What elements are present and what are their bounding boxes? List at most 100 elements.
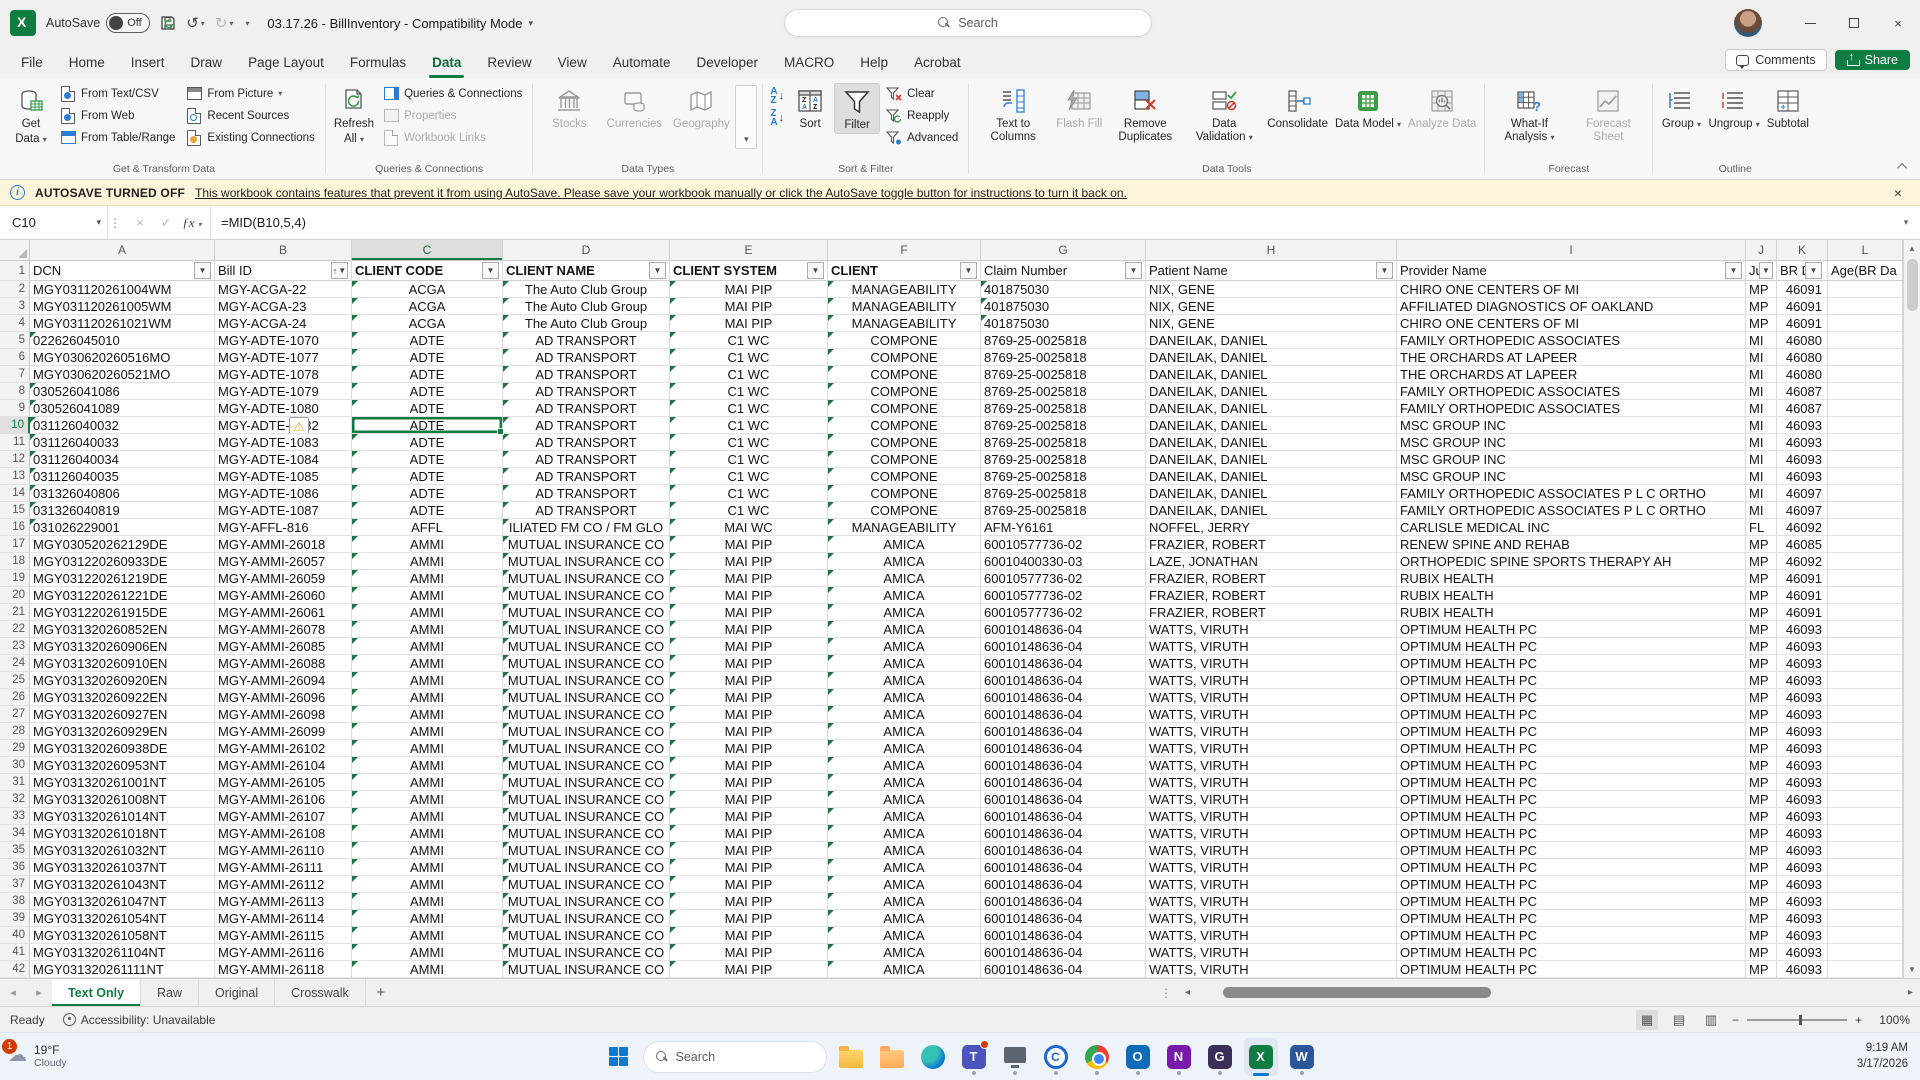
cell-C7[interactable]: ADTE: [352, 366, 503, 383]
cell-A10[interactable]: 031126040032: [30, 417, 215, 434]
row-number[interactable]: 30: [0, 757, 30, 774]
cell-I14[interactable]: FAMILY ORTHOPEDIC ASSOCIATES P L C ORTHO: [1397, 485, 1746, 502]
cell-C20[interactable]: AMMI: [352, 587, 503, 604]
cell-I21[interactable]: RUBIX HEALTH: [1397, 604, 1746, 621]
cell-H7[interactable]: DANEILAK, DANIEL: [1146, 366, 1397, 383]
cell-L20[interactable]: [1828, 587, 1903, 604]
column-header-L[interactable]: L: [1828, 240, 1903, 260]
taskbar-clock[interactable]: 9:19 AM 3/17/2026: [1857, 1041, 1908, 1072]
row-number[interactable]: 11: [0, 434, 30, 451]
row-number[interactable]: 17: [0, 536, 30, 553]
cell-C11[interactable]: ADTE: [352, 434, 503, 451]
header-cell-A[interactable]: DCN ▼: [30, 261, 215, 281]
zoom-slider[interactable]: [1746, 1014, 1847, 1025]
cell-C9[interactable]: ADTE: [352, 400, 503, 417]
cell-G7[interactable]: 8769-25-0025818: [981, 366, 1146, 383]
cell-B27[interactable]: MGY-AMMI-26098: [215, 706, 352, 723]
cell-B18[interactable]: MGY-AMMI-26057: [215, 553, 352, 570]
cell-L33[interactable]: [1828, 808, 1903, 825]
cell-J21[interactable]: MP: [1746, 604, 1777, 621]
cell-E42[interactable]: MAI PIP: [670, 961, 828, 978]
cell-C4[interactable]: ACGA: [352, 315, 503, 332]
row-number[interactable]: 3: [0, 298, 30, 315]
ribbon-tab-formulas[interactable]: Formulas: [337, 46, 419, 78]
cell-F18[interactable]: AMICA: [828, 553, 981, 570]
cell-F27[interactable]: AMICA: [828, 706, 981, 723]
cell-G20[interactable]: 60010577736-02: [981, 587, 1146, 604]
row-number[interactable]: 7: [0, 366, 30, 383]
from-web-button[interactable]: From Web: [55, 105, 180, 126]
scroll-down-arrow[interactable]: ▼: [1904, 961, 1920, 978]
cell-K34[interactable]: 46093: [1777, 825, 1828, 842]
sheet-nav-right[interactable]: ▸: [26, 979, 52, 1006]
cell-J6[interactable]: MI: [1746, 349, 1777, 366]
cell-G16[interactable]: AFM-Y6161: [981, 519, 1146, 536]
column-header-J[interactable]: J: [1746, 240, 1777, 260]
cell-D20[interactable]: MUTUAL INSURANCE CO: [503, 587, 670, 604]
cell-H14[interactable]: DANEILAK, DANIEL: [1146, 485, 1397, 502]
clear-filter-button[interactable]: Clear: [881, 83, 963, 104]
row-number[interactable]: 18: [0, 553, 30, 570]
cell-E31[interactable]: MAI PIP: [670, 774, 828, 791]
reapply-filter-button[interactable]: Reapply: [881, 105, 963, 126]
row-number[interactable]: 21: [0, 604, 30, 621]
cell-L41[interactable]: [1828, 944, 1903, 961]
header-cell-G[interactable]: Claim Number ▼: [981, 261, 1146, 281]
column-header-C[interactable]: C: [352, 240, 503, 260]
cell-L3[interactable]: [1828, 298, 1903, 315]
cell-E23[interactable]: MAI PIP: [670, 638, 828, 655]
cell-J37[interactable]: MP: [1746, 876, 1777, 893]
cell-L10[interactable]: [1828, 417, 1903, 434]
row-number[interactable]: 31: [0, 774, 30, 791]
filter-sort-button-B[interactable]: ↑ ▼: [331, 262, 348, 279]
cell-L21[interactable]: [1828, 604, 1903, 621]
flash-fill-button[interactable]: Flash Fill: [1053, 83, 1105, 132]
refresh-all-button[interactable]: Refresh All ▾: [331, 83, 377, 147]
cell-L34[interactable]: [1828, 825, 1903, 842]
cell-D34[interactable]: MUTUAL INSURANCE CO: [503, 825, 670, 842]
column-header-G[interactable]: G: [981, 240, 1146, 260]
cell-A37[interactable]: MGY031320261043NT: [30, 876, 215, 893]
cell-J42[interactable]: MP: [1746, 961, 1777, 978]
cell-K15[interactable]: 46097: [1777, 502, 1828, 519]
cell-B26[interactable]: MGY-AMMI-26096: [215, 689, 352, 706]
cell-K4[interactable]: 46091: [1777, 315, 1828, 332]
cell-K16[interactable]: 46092: [1777, 519, 1828, 536]
stocks-button[interactable]: Stocks: [538, 83, 600, 132]
cell-E11[interactable]: C1 WC: [670, 434, 828, 451]
analyze-data-button[interactable]: Analyze Data: [1405, 83, 1479, 132]
horizontal-scrollbar[interactable]: [1198, 987, 1899, 998]
cell-K2[interactable]: 46091: [1777, 281, 1828, 298]
row-number[interactable]: 16: [0, 519, 30, 536]
hscroll-left-arrow[interactable]: ◂: [1182, 987, 1193, 998]
cell-E2[interactable]: MAI PIP: [670, 281, 828, 298]
message-close-button[interactable]: ×: [1886, 185, 1910, 201]
filter-dropdown-button-D[interactable]: ▼: [649, 262, 666, 279]
cell-F8[interactable]: COMPONE: [828, 383, 981, 400]
cell-H24[interactable]: WATTS, VIRUTH: [1146, 655, 1397, 672]
row-number[interactable]: 23: [0, 638, 30, 655]
filter-dropdown-button-G[interactable]: ▼: [1125, 262, 1142, 279]
cell-K37[interactable]: 46093: [1777, 876, 1828, 893]
cell-H13[interactable]: DANEILAK, DANIEL: [1146, 468, 1397, 485]
cell-A34[interactable]: MGY031320261018NT: [30, 825, 215, 842]
cell-F33[interactable]: AMICA: [828, 808, 981, 825]
cell-F13[interactable]: COMPONE: [828, 468, 981, 485]
cell-K19[interactable]: 46091: [1777, 570, 1828, 587]
column-header-B[interactable]: B: [215, 240, 352, 260]
cell-H6[interactable]: DANEILAK, DANIEL: [1146, 349, 1397, 366]
filter-dropdown-button-E[interactable]: ▼: [807, 262, 824, 279]
cell-G42[interactable]: 60010148636-04: [981, 961, 1146, 978]
cell-F36[interactable]: AMICA: [828, 859, 981, 876]
cell-F42[interactable]: AMICA: [828, 961, 981, 978]
cell-A8[interactable]: 030526041086: [30, 383, 215, 400]
cell-G23[interactable]: 60010148636-04: [981, 638, 1146, 655]
file-explorer-button[interactable]: [834, 1038, 868, 1076]
c-app-button[interactable]: C: [1039, 1038, 1073, 1076]
accessibility-status[interactable]: Accessibility: Unavailable: [62, 1013, 215, 1027]
cell-K3[interactable]: 46091: [1777, 298, 1828, 315]
cell-L9[interactable]: [1828, 400, 1903, 417]
close-button[interactable]: ×: [1876, 0, 1920, 46]
zoom-in-button[interactable]: +: [1855, 1013, 1862, 1027]
geography-button[interactable]: Geography: [668, 83, 734, 132]
